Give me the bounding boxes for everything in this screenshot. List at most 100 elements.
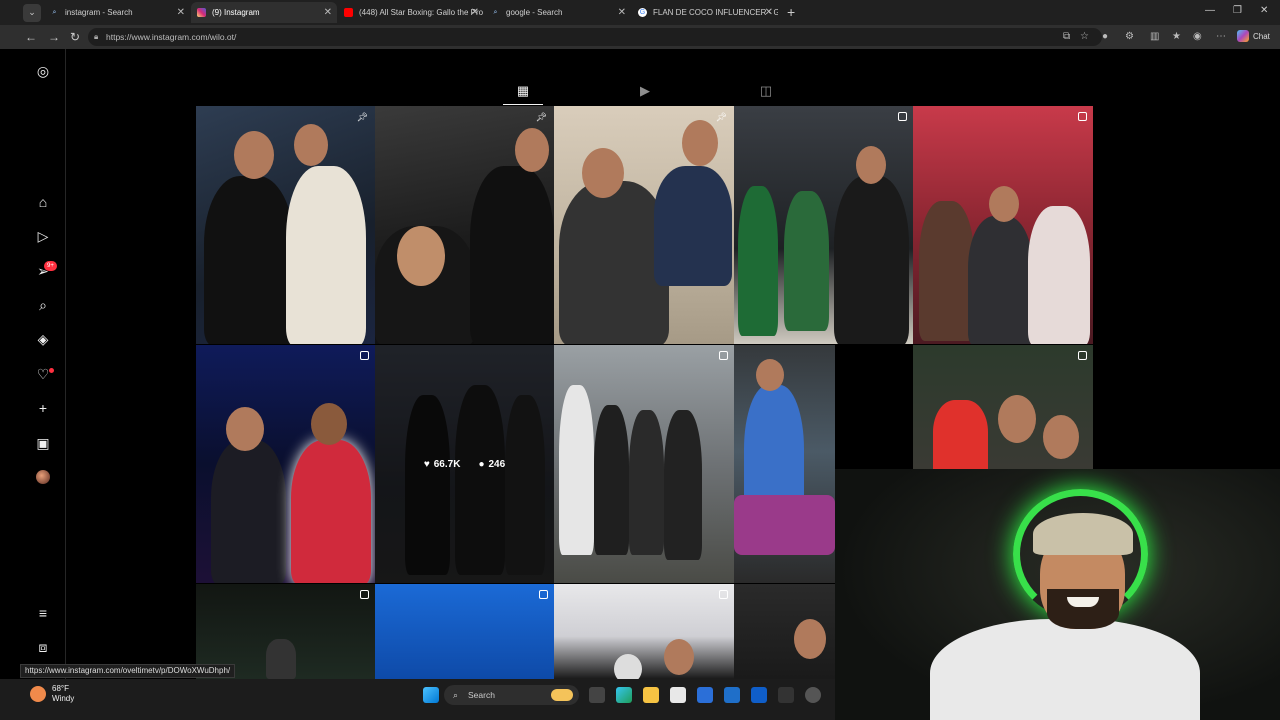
post-thumbnail[interactable] [375,584,554,679]
post-thumbnail[interactable]: 📌︎ [554,106,734,344]
comment-bubble-icon: ● [478,458,485,470]
back-icon[interactable]: ← [25,30,37,44]
instagram-logo-icon[interactable]: ◎ [34,62,52,80]
photo-head [989,186,1019,222]
tab-youtube[interactable]: (448) All Star Boxing: Gallo the Pro ✕ [338,2,484,23]
close-icon[interactable]: ✕ [471,7,479,18]
photo-figure [211,440,286,583]
file-explorer-icon[interactable] [643,687,659,703]
search-icon[interactable]: ⌕ [34,296,52,314]
browser-toolbar: ← → ↻ 🔒︎ https://www.instagram.com/wilo.… [0,25,1280,49]
open-in-app-icon[interactable]: ⧉ [1063,31,1070,42]
photo-figure [629,410,664,555]
extension-color-icon[interactable]: ● [1102,31,1108,42]
refresh-icon[interactable]: ↻ [70,30,80,44]
instagram-icon [197,8,206,17]
carousel-icon [1078,112,1087,121]
post-thumbnail[interactable] [734,106,913,344]
favorites-icon[interactable]: ★ [1172,31,1181,42]
more-menu-icon[interactable]: ≡ [34,604,52,622]
photo-head [311,403,347,445]
store-icon[interactable] [670,687,686,703]
close-window-icon[interactable]: ✕ [1260,5,1268,16]
tab-actions-menu[interactable]: ⌄ [23,3,41,22]
search-label: Search [468,690,495,700]
new-tab-icon[interactable]: + [787,4,795,20]
split-screen-icon[interactable]: ▥ [1150,31,1159,42]
photo-head [614,654,642,679]
outlook-icon[interactable] [724,687,740,703]
photo-head [234,131,274,179]
photo-head [515,128,549,172]
app-icon[interactable] [751,687,767,703]
tab-label: instagram - Search [65,8,133,17]
tab-label: (9) Instagram [212,8,260,17]
status-link-preview: https://www.instagram.com/oveltimetv/p/D… [20,664,236,678]
address-bar[interactable]: 🔒︎ https://www.instagram.com/wilo.ot/ [88,28,1102,46]
post-thumbnail[interactable] [913,106,1093,344]
tab-flan-de-coco[interactable]: G FLAN DE COCO INFLUENCER - Go ✕ [632,2,778,23]
photo-figure [784,191,829,331]
browser-tab-strip: ⌄ ⌕ instagram - Search ✕ (9) Instagram ✕… [0,0,1280,25]
post-thumbnail[interactable] [554,584,734,679]
photo-toy-car [734,495,835,555]
photo-figure [664,410,702,560]
tab-google-search[interactable]: ⌕ google - Search ✕ [485,2,631,23]
post-thumbnail[interactable]: 📌︎ [196,106,375,344]
reels-icon[interactable]: ▷ [34,227,52,245]
tab-instagram-search[interactable]: ⌕ instagram - Search ✕ [44,2,190,23]
search-highlight-icon [551,689,573,701]
post-thumbnail[interactable] [554,345,734,583]
profile-avatar[interactable] [36,470,50,484]
taskbar-search[interactable]: ⌕ Search [444,685,579,705]
post-thumbnail[interactable] [734,584,835,679]
favorite-star-icon[interactable]: ☆ [1080,31,1089,42]
close-icon[interactable]: ✕ [324,7,332,18]
close-icon[interactable]: ✕ [177,7,185,18]
extensions-icon[interactable]: ⚙ [1125,31,1134,42]
comments-stat: ● 246 [478,459,505,470]
close-icon[interactable]: ✕ [618,7,626,18]
create-plus-icon[interactable]: + [34,399,52,417]
post-thumbnail[interactable] [734,345,835,583]
posts-grid-tab-icon[interactable]: ▦ [515,83,531,99]
post-thumbnail[interactable] [913,345,1093,469]
photo-head [682,120,718,166]
streamer-cap [1033,513,1133,555]
copilot-chat-button[interactable]: Chat [1237,30,1270,42]
home-icon[interactable]: ⌂ [34,193,52,211]
tab-instagram[interactable]: (9) Instagram ✕ [191,2,337,23]
photo-figure [286,166,366,344]
notification-dot [49,368,54,373]
post-thumbnail-hovered[interactable]: ♥ 66.7K ● 246 [375,345,554,583]
weather-widget[interactable]: 68°F Windy [30,684,74,704]
profile-avatar-icon[interactable]: ◉ [1193,31,1202,42]
also-from-meta-icon[interactable]: ⧈ [34,638,52,656]
photo-figure [919,201,974,341]
photo-head [397,226,445,286]
minimize-icon[interactable]: — [1205,5,1215,16]
dashboard-icon[interactable]: ▣ [34,434,52,452]
heart-icon: ♥ [423,458,430,470]
tab-label: (448) All Star Boxing: Gallo the Pro [359,8,484,17]
youtube-icon [344,8,353,17]
explore-compass-icon[interactable]: ◈ [34,330,52,348]
likes-stat: ♥ 66.7K [424,459,461,470]
search-icon: ⌕ [453,690,459,700]
task-view-icon[interactable] [589,687,605,703]
start-windows-icon[interactable] [423,687,439,703]
search-icon: ⌕ [493,8,498,16]
edge-icon[interactable] [616,687,632,703]
close-icon[interactable]: ✕ [765,7,773,18]
tagged-tab-icon[interactable]: ◫ [758,83,774,99]
post-thumbnail[interactable] [196,345,375,583]
more-options-icon[interactable]: ⋯ [1216,31,1226,42]
app-icon[interactable] [778,687,794,703]
post-thumbnail[interactable]: 📌︎ [375,106,554,344]
app-icon[interactable] [805,687,821,703]
app-icon[interactable] [697,687,713,703]
maximize-icon[interactable]: ❐ [1233,5,1242,16]
photo-figure [933,400,988,469]
reels-tab-icon[interactable]: ▶ [637,83,653,99]
forward-icon[interactable]: → [48,30,60,44]
